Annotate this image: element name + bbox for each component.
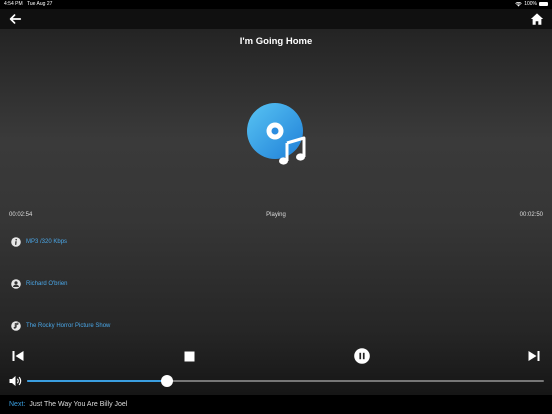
skip-previous-icon[interactable] — [12, 350, 24, 362]
next-track-title: Just The Way You Are Billy Joel — [29, 401, 128, 408]
album-text: The Rocky Horror Picture Show — [26, 323, 111, 329]
status-bar: 4:54 PM Tue Aug 27 100% — [0, 0, 552, 9]
status-time: 4:54 PM — [4, 1, 23, 7]
album-music-icon — [247, 103, 306, 165]
stop-icon[interactable] — [184, 351, 195, 362]
volume-slider[interactable] — [27, 375, 544, 387]
info-icon — [11, 237, 21, 247]
album-row: The Rocky Horror Picture Show — [11, 321, 110, 331]
arrow-left-icon[interactable] — [8, 12, 22, 26]
battery-icon — [539, 2, 548, 6]
home-icon[interactable] — [530, 12, 544, 26]
volume-icon[interactable] — [9, 375, 23, 387]
navigation-bar — [0, 9, 552, 29]
skip-next-icon[interactable] — [528, 350, 540, 362]
next-label: Next — [9, 401, 24, 408]
music-note-icon — [11, 321, 21, 331]
pause-icon[interactable] — [354, 348, 370, 364]
next-track-bar[interactable]: Next: Just The Way You Are Billy Joel — [0, 395, 552, 414]
next-separator: : — [23, 401, 26, 408]
volume-slider-fill — [27, 380, 167, 382]
track-duration: 00:02:50 — [519, 212, 543, 218]
song-title: I'm Going Home — [239, 36, 313, 47]
format-text: MP3 /320 Kbps — [26, 239, 68, 245]
artist-row: Richard O'brien — [11, 279, 68, 289]
format-row: MP3 /320 Kbps — [11, 237, 67, 247]
playback-state: Playing — [266, 212, 286, 218]
battery-percent: 100% — [524, 1, 537, 7]
volume-slider-thumb[interactable] — [160, 375, 173, 387]
artist-text: Richard O'brien — [26, 281, 68, 287]
wifi-icon — [515, 1, 522, 6]
status-date: Tue Aug 27 — [27, 1, 53, 7]
person-icon — [11, 279, 21, 289]
